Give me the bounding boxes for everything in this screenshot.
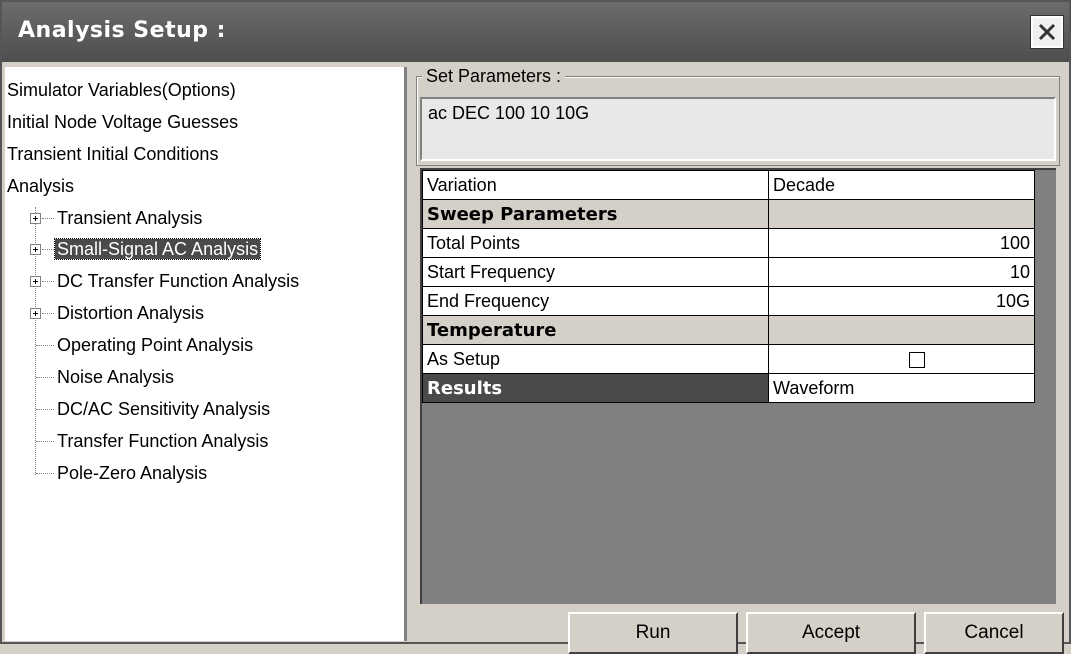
variation-label: Variation bbox=[422, 170, 769, 200]
tree-item-label: DC/AC Sensitivity Analysis bbox=[57, 399, 271, 419]
tree-connector bbox=[42, 281, 54, 282]
tree-connector bbox=[42, 218, 54, 219]
analysis-tree[interactable]: Simulator Variables(Options) Initial Nod… bbox=[5, 67, 407, 641]
tree-item-transient-initial[interactable]: Transient Initial Conditions bbox=[7, 139, 218, 169]
results-value[interactable]: Waveform bbox=[768, 373, 1035, 403]
expand-icon[interactable] bbox=[30, 213, 41, 224]
cancel-button[interactable]: Cancel bbox=[924, 612, 1064, 654]
tree-item-label: Simulator Variables(Options) bbox=[7, 80, 236, 100]
run-button[interactable]: Run bbox=[568, 612, 738, 654]
tree-item-transient-analysis[interactable]: Transient Analysis bbox=[57, 203, 202, 233]
expand-icon[interactable] bbox=[30, 308, 41, 319]
accept-button[interactable]: Accept bbox=[746, 612, 916, 654]
close-icon bbox=[1038, 23, 1056, 41]
title-bar[interactable]: Analysis Setup : bbox=[2, 2, 1069, 62]
tree-item-noise[interactable]: Noise Analysis bbox=[57, 362, 174, 392]
grid-row-variation[interactable]: Variation Decade bbox=[422, 170, 1035, 200]
property-table: Variation Decade Sweep Parameters Total … bbox=[422, 170, 1035, 403]
tree-item-label: Transfer Function Analysis bbox=[57, 431, 269, 451]
as-setup-label: As Setup bbox=[422, 344, 769, 374]
end-frequency-value[interactable]: 10G bbox=[768, 286, 1035, 316]
tree-item-label: DC Transfer Function Analysis bbox=[57, 271, 300, 291]
tree-item-simulator-variables[interactable]: Simulator Variables(Options) bbox=[7, 75, 236, 105]
tree-connector bbox=[36, 441, 54, 442]
window-title: Analysis Setup : bbox=[18, 18, 226, 43]
grid-row-start-frequency[interactable]: Start Frequency 10 bbox=[422, 257, 1035, 287]
temperature-header: Temperature bbox=[422, 315, 769, 345]
tree-item-label: Distortion Analysis bbox=[57, 303, 205, 323]
expand-icon[interactable] bbox=[30, 244, 41, 255]
tree-item-label: Pole-Zero Analysis bbox=[57, 463, 208, 483]
grid-row-total-points[interactable]: Total Points 100 bbox=[422, 228, 1035, 258]
tree-item-dcac-sensitivity[interactable]: DC/AC Sensitivity Analysis bbox=[57, 394, 270, 424]
section-filler bbox=[768, 199, 1035, 229]
tree-connector bbox=[36, 473, 54, 474]
section-filler bbox=[768, 315, 1035, 345]
grid-section-sweep: Sweep Parameters bbox=[422, 199, 1035, 229]
tree-item-distortion[interactable]: Distortion Analysis bbox=[57, 298, 204, 328]
grid-row-results[interactable]: Results Waveform bbox=[422, 373, 1035, 403]
analysis-command-text: ac DEC 100 10 10G bbox=[428, 103, 590, 123]
grid-row-end-frequency[interactable]: End Frequency 10G bbox=[422, 286, 1035, 316]
sweep-parameters-header: Sweep Parameters bbox=[422, 199, 769, 229]
tree-item-transfer-function[interactable]: Transfer Function Analysis bbox=[57, 426, 268, 456]
property-grid[interactable]: Variation Decade Sweep Parameters Total … bbox=[420, 168, 1056, 604]
tree-item-label: Initial Node Voltage Guesses bbox=[7, 112, 239, 132]
analysis-command-box[interactable]: ac DEC 100 10 10G bbox=[420, 97, 1056, 161]
tree-item-initial-node-voltage[interactable]: Initial Node Voltage Guesses bbox=[7, 107, 238, 137]
close-button[interactable] bbox=[1030, 15, 1064, 49]
start-frequency-label: Start Frequency bbox=[422, 257, 769, 287]
tree-item-operating-point[interactable]: Operating Point Analysis bbox=[57, 330, 253, 360]
tree-item-label: Operating Point Analysis bbox=[57, 335, 254, 355]
tree-connector bbox=[42, 313, 54, 314]
as-setup-checkbox[interactable] bbox=[908, 351, 925, 368]
tree-connector bbox=[36, 377, 54, 378]
end-frequency-label: End Frequency bbox=[422, 286, 769, 316]
as-setup-cell[interactable] bbox=[768, 344, 1035, 374]
tree-item-small-signal-ac[interactable]: Small-Signal AC Analysis bbox=[53, 234, 262, 264]
total-points-label: Total Points bbox=[422, 228, 769, 258]
analysis-setup-window: Analysis Setup : Simulator Variables(Opt… bbox=[0, 0, 1071, 654]
grid-section-temperature: Temperature bbox=[422, 315, 1035, 345]
tree-item-pole-zero[interactable]: Pole-Zero Analysis bbox=[57, 458, 207, 488]
variation-value[interactable]: Decade bbox=[768, 170, 1035, 200]
tree-item-label: Transient Initial Conditions bbox=[7, 144, 219, 164]
set-parameters-legend: Set Parameters : bbox=[422, 66, 566, 86]
tree-item-analysis[interactable]: Analysis bbox=[7, 171, 74, 201]
parameters-panel: Set Parameters : ac DEC 100 10 10G Varia… bbox=[410, 64, 1069, 654]
tree-connector bbox=[36, 345, 54, 346]
start-frequency-value[interactable]: 10 bbox=[768, 257, 1035, 287]
expand-icon[interactable] bbox=[30, 276, 41, 287]
results-label: Results bbox=[422, 373, 769, 403]
grid-row-as-setup[interactable]: As Setup bbox=[422, 344, 1035, 374]
tree-item-label-selected: Small-Signal AC Analysis bbox=[53, 238, 262, 260]
tree-item-dc-transfer[interactable]: DC Transfer Function Analysis bbox=[57, 266, 299, 296]
tree-item-label: Analysis bbox=[7, 176, 75, 196]
tree-item-label: Transient Analysis bbox=[57, 208, 203, 228]
total-points-value[interactable]: 100 bbox=[768, 228, 1035, 258]
tree-connector bbox=[36, 409, 54, 410]
tree-item-label: Noise Analysis bbox=[57, 367, 175, 387]
tree-connector bbox=[42, 249, 54, 250]
